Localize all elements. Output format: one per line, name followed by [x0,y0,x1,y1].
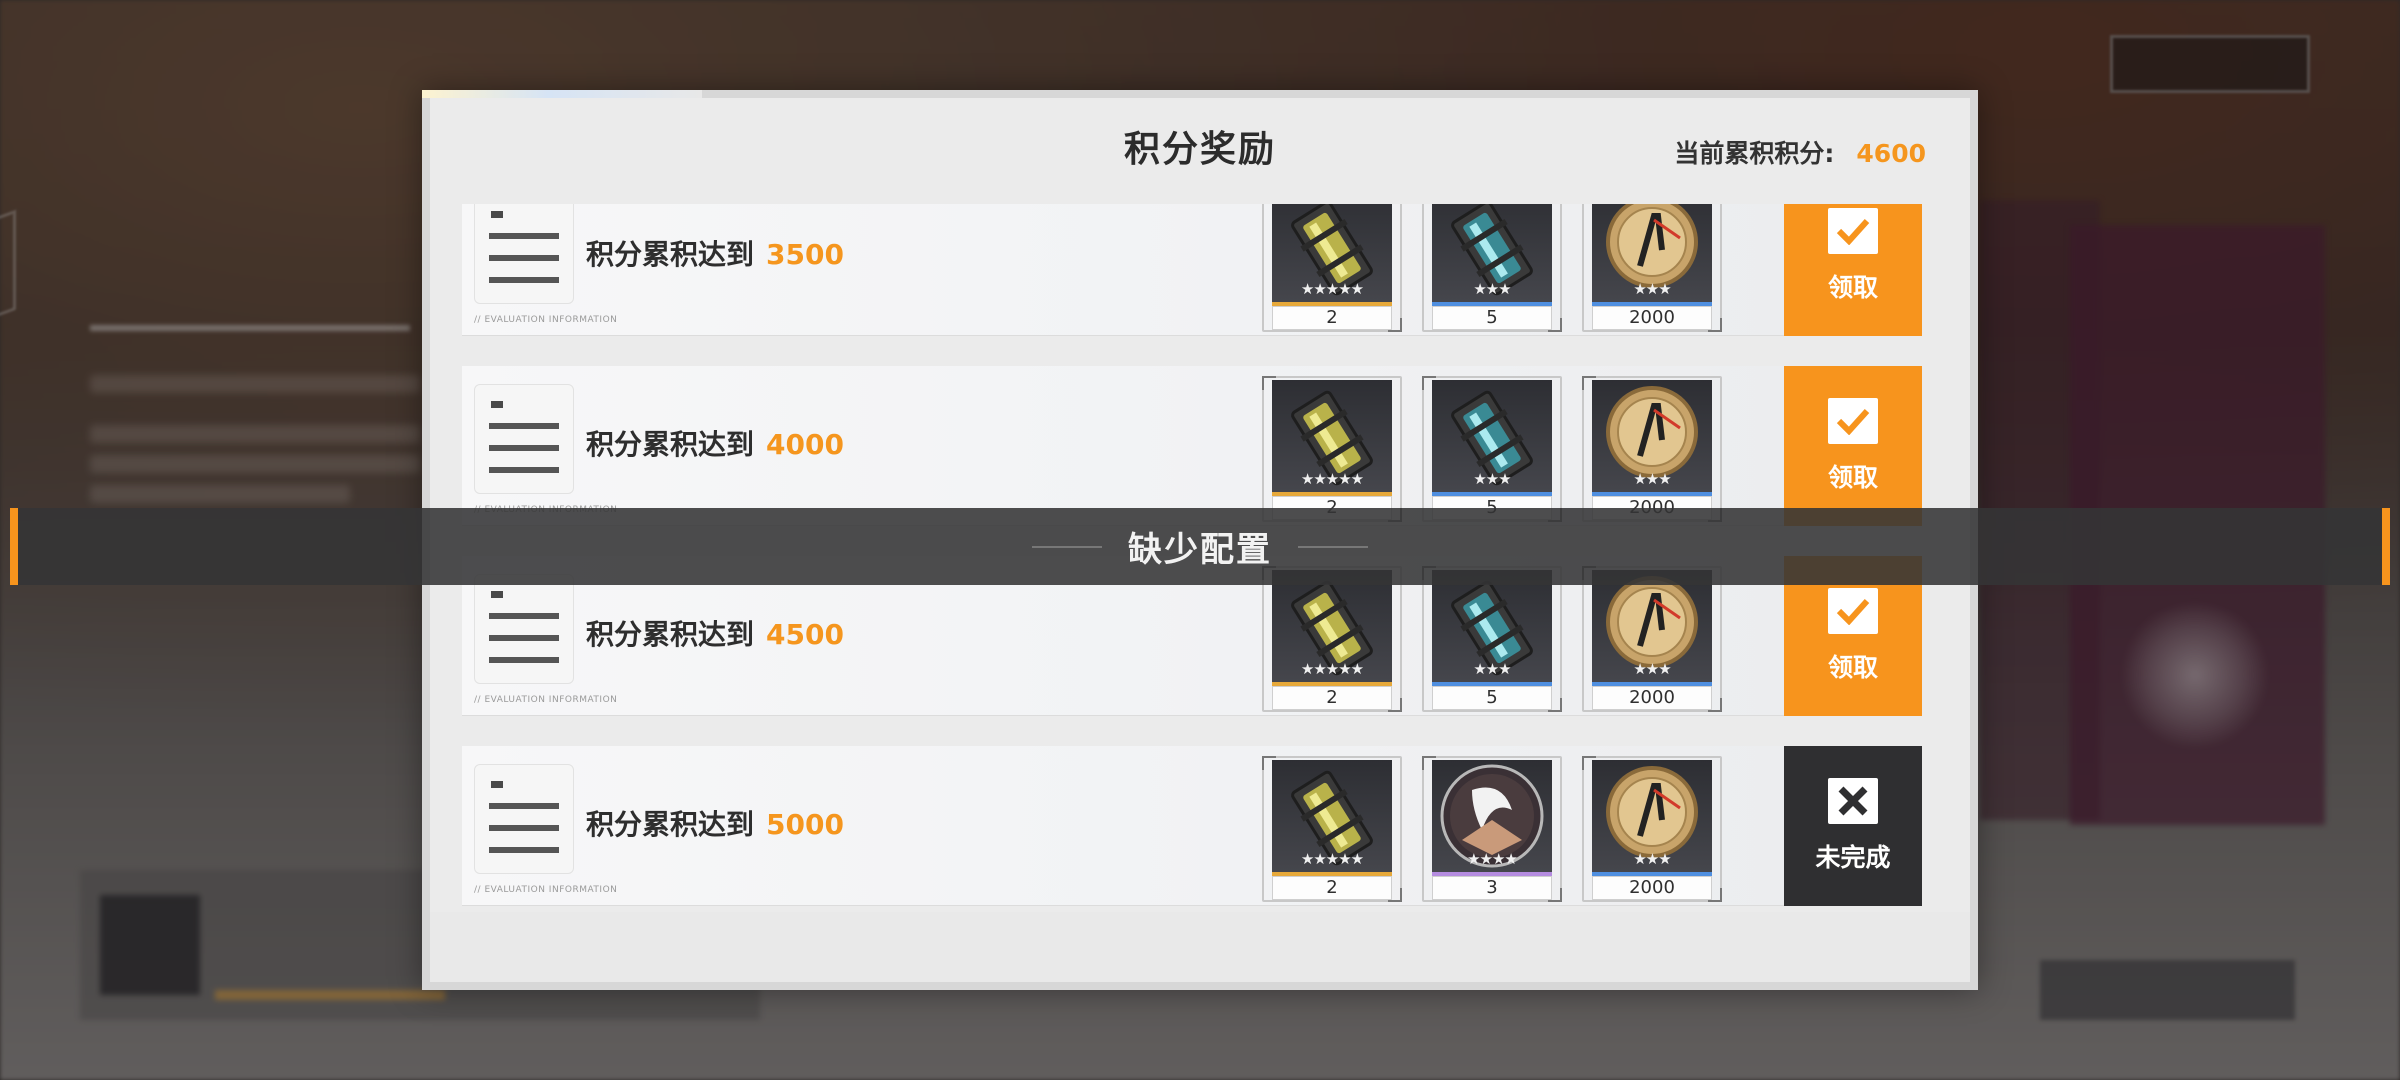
document-icon [474,574,574,684]
item-count: 2000 [1592,686,1712,710]
item-count: 5 [1432,306,1552,330]
milestone-target: 4000 [766,428,844,461]
checkmark-icon [1828,208,1878,254]
rarity-stars: ★★★ [1473,280,1511,298]
rarity-stars: ★★★ [1633,850,1671,868]
gold-crystal-icon: ★★★★★ [1272,570,1392,686]
blue-crystal-icon: ★★★ [1432,570,1552,686]
item-count: 2000 [1592,306,1712,330]
rarity-stars: ★★★★★ [1300,660,1364,678]
modal-footer [430,912,1970,982]
checkmark-icon [1828,588,1878,634]
rarity-stars: ★★★ [1633,280,1671,298]
coin-icon: ★★★ [1592,570,1712,686]
evaluation-caption: EVALUATION INFORMATION [474,885,617,895]
reward-item[interactable]: ★★★5 [1422,376,1562,522]
emblem-icon: ★★★★ [1432,760,1552,876]
rarity-stars: ★★★★★ [1300,470,1364,488]
incomplete-status-button: 未完成 [1784,746,1922,906]
document-icon [474,764,574,874]
claim-button[interactable]: 领取 [1784,204,1922,336]
milestone-target: 5000 [766,808,844,841]
reward-item[interactable]: ★★★★★ 2 [1262,204,1402,332]
reward-item[interactable]: ★★★★★ 2 [1262,566,1402,712]
item-count: 2 [1272,686,1392,710]
rarity-stars: ★★★★★ [1300,280,1364,298]
action-label: 领取 [1827,653,1878,682]
reward-row-card: 积分累积达到3500EVALUATION INFORMATION★★★★★2★★… [462,204,1784,336]
reward-item[interactable]: ★★★★★ 2 [1262,756,1402,902]
gold-crystal-icon: ★★★★★ [1272,760,1392,876]
reward-row-card: 积分累积达到5000EVALUATION INFORMATION★★★★★2★★… [462,746,1784,906]
milestone-label: 积分累积达到 4500 [586,613,844,653]
milestone-label: 积分累积达到 4000 [586,423,844,463]
toast-dash-left [1032,545,1102,548]
milestone-text: 积分累积达到 [586,808,755,841]
milestone-text: 积分累积达到 [586,238,755,271]
score-label: 当前累积积分: [1674,139,1835,168]
reward-item[interactable]: ★★★ 2000 [1582,756,1722,902]
reward-item[interactable]: ★★★ 5 [1422,204,1562,332]
current-score: 当前累积积分: 4600 [1674,134,1926,170]
reward-item[interactable]: ★★★ 5 [1422,566,1562,712]
rarity-stars: ★★★ [1473,470,1511,488]
coin-icon: ★★★ [1592,204,1712,306]
coin-icon: ★★★ [1592,760,1712,876]
evaluation-caption: EVALUATION INFORMATION [474,695,617,705]
blue-crystal-icon: ★★★ [1432,380,1552,496]
claim-button[interactable]: 领取 [1784,366,1922,526]
blue-crystal-icon: ★★★ [1432,204,1552,306]
rarity-stars: ★★★ [1633,660,1671,678]
rarity-stars: ★★★★★ [1300,850,1364,868]
reward-item[interactable]: ★★★★ 3 [1422,756,1562,902]
item-count: 2000 [1592,876,1712,900]
milestone-target: 3500 [766,238,844,271]
toast-dash-right [1298,545,1368,548]
action-label: 领取 [1827,463,1878,492]
milestone-text: 积分累积达到 [586,428,755,461]
toast-text: 缺少配置 [1128,530,1272,570]
coin-icon: ★★★ [1592,380,1712,496]
toast-message: 缺少配置 [10,508,2390,585]
item-count: 5 [1432,686,1552,710]
reward-item[interactable]: ★★★ 2000 [1582,204,1722,332]
document-icon [474,204,574,304]
cross-icon [1828,778,1878,824]
action-label: 未完成 [1815,843,1891,872]
checkmark-icon [1828,398,1878,444]
reward-item[interactable]: ★★★2000 [1582,376,1722,522]
item-count: 3 [1432,876,1552,900]
document-icon [474,384,574,494]
score-value: 4600 [1856,139,1926,168]
action-label: 领取 [1827,273,1878,302]
rarity-stars: ★★★ [1473,660,1511,678]
milestone-target: 4500 [766,618,844,651]
reward-row: 积分累积达到3500EVALUATION INFORMATION★★★★★2★★… [462,204,1936,336]
evaluation-caption: EVALUATION INFORMATION [474,315,617,325]
reward-item[interactable]: ★★★ 2000 [1582,566,1722,712]
milestone-label: 积分累积达到 3500 [586,233,844,273]
milestone-label: 积分累积达到 5000 [586,803,844,843]
gold-crystal-icon: ★★★★★ [1272,204,1392,306]
reward-row: 积分累积达到4000EVALUATION INFORMATION★★★★★2★★… [462,366,1936,526]
item-count: 2 [1272,876,1392,900]
reward-item[interactable]: ★★★★★2 [1262,376,1402,522]
reward-row-card: 积分累积达到4000EVALUATION INFORMATION★★★★★2★★… [462,366,1784,526]
reward-row: 积分累积达到5000EVALUATION INFORMATION★★★★★2★★… [462,746,1936,906]
rarity-stars: ★★★ [1633,470,1671,488]
milestone-text: 积分累积达到 [586,618,755,651]
gold-crystal-icon: ★★★★★ [1272,380,1392,496]
item-count: 2 [1272,306,1392,330]
rarity-stars: ★★★★ [1467,850,1518,868]
